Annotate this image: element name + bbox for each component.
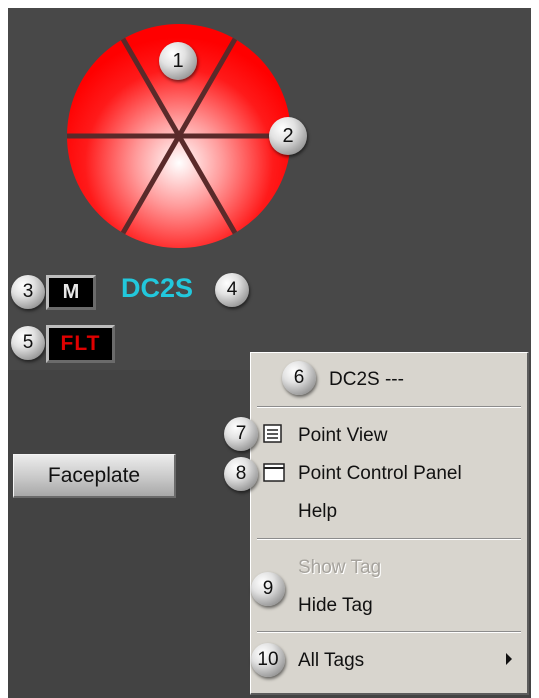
callout-6: 6 (282, 361, 316, 395)
fault-indicator[interactable]: FLT (46, 325, 115, 363)
callout-1: 1 (159, 42, 197, 80)
menu-separator (257, 406, 521, 408)
control-panel-icon (263, 463, 285, 482)
menu-separator (257, 538, 521, 540)
menu-item-show-tag[interactable]: Show Tag (298, 556, 381, 580)
faceplate-button[interactable]: Faceplate (13, 454, 176, 498)
menu-separator (257, 631, 521, 633)
callout-5: 5 (11, 326, 45, 360)
mode-indicator[interactable]: M (46, 275, 96, 310)
submenu-arrow-icon (506, 653, 512, 665)
menu-item-hide-tag[interactable]: Hide Tag (298, 594, 373, 618)
callout-10: 10 (251, 643, 285, 677)
menu-header: DC2S --- (329, 369, 404, 390)
menu-item-point-control-panel[interactable]: Point Control Panel (298, 462, 462, 486)
point-tag-label[interactable]: DC2S (121, 270, 193, 306)
callout-2: 2 (269, 117, 307, 155)
menu-item-all-tags[interactable]: All Tags (298, 649, 364, 673)
callout-3: 3 (11, 275, 45, 309)
callout-8: 8 (224, 457, 258, 491)
callout-4: 4 (215, 273, 249, 307)
menu-item-help[interactable]: Help (298, 500, 337, 524)
callout-7: 7 (224, 417, 258, 451)
menu-item-point-view[interactable]: Point View (298, 424, 387, 448)
callout-9: 9 (251, 572, 285, 606)
point-view-icon (263, 424, 282, 443)
context-menu: 6 DC2S --- 7 Point View 8 Point Control … (224, 352, 529, 695)
